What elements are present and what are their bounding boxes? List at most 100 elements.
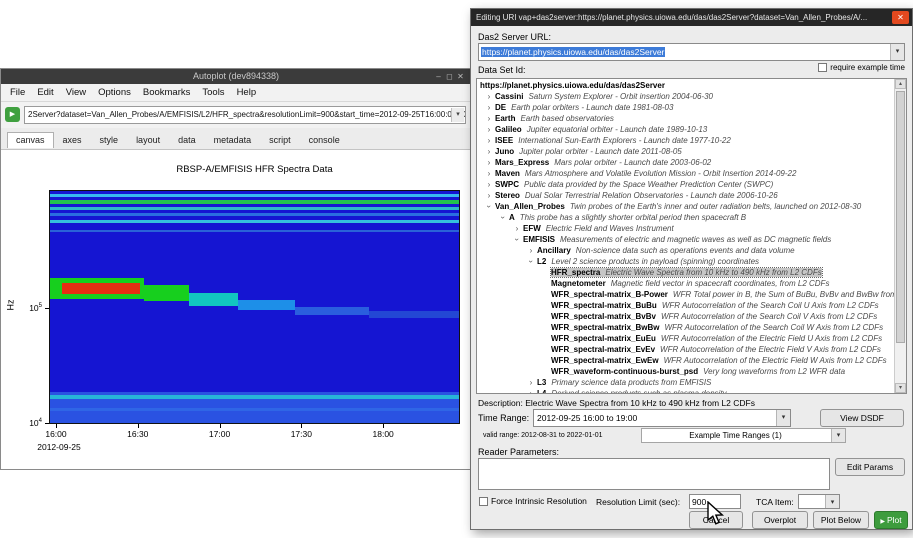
server-url-combo[interactable]: https://planet.physics.uiowa.edu/das/das… — [478, 43, 905, 61]
scroll-up-icon[interactable]: ▴ — [895, 79, 906, 89]
tab-style[interactable]: style — [91, 132, 128, 148]
tree-node-Juno[interactable]: ›JunoJupiter polar orbiter - Launch date… — [477, 146, 894, 157]
chevron-down-icon[interactable]: ▾ — [890, 44, 904, 60]
reader-params-input[interactable] — [478, 458, 830, 490]
tree-node-WFR_waveform-continuous-burst_psd[interactable]: WFR_waveform-continuous-burst_psdVery lo… — [477, 366, 894, 377]
tca-item-combo[interactable]: ▾ — [798, 494, 840, 509]
tab-axes[interactable]: axes — [54, 132, 91, 148]
chevron-down-icon[interactable]: ▾ — [776, 410, 790, 426]
expand-icon[interactable]: › — [525, 377, 537, 388]
plot-canvas[interactable]: RBSP-A/EMFISIS HFR Spectra Data Hz 10510… — [1, 150, 471, 469]
expand-icon[interactable]: › — [483, 190, 495, 201]
tree-node-label: WFR_spectral-matrix_B-PowerWFR Total pow… — [551, 290, 894, 299]
expand-icon[interactable]: › — [483, 91, 495, 102]
tree-node-WFR_spectral-matrix_BuBu[interactable]: WFR_spectral-matrix_BuBuWFR Autocorrelat… — [477, 300, 894, 311]
overplot-button[interactable]: Overplot — [752, 511, 808, 529]
tree-node-L4[interactable]: ›L4Derived science products such as plas… — [477, 388, 894, 393]
collapse-icon[interactable]: › — [526, 256, 537, 267]
tree-node-Maven[interactable]: ›MavenMars Atmosphere and Volatile Evolu… — [477, 168, 894, 179]
tree-node-Ancillary[interactable]: ›AncillaryNon-science data such as opera… — [477, 245, 894, 256]
edit-params-button[interactable]: Edit Params — [835, 458, 905, 476]
force-intrinsic-checkbox[interactable]: Force Intrinsic Resolution — [479, 496, 587, 506]
chevron-down-icon[interactable]: ▾ — [831, 429, 845, 442]
expand-icon[interactable]: › — [483, 168, 495, 179]
tree-node-DE[interactable]: ›DEEarth polar orbiters - Launch date 19… — [477, 102, 894, 113]
menu-tools[interactable]: Tools — [196, 84, 230, 101]
example-ranges-combo[interactable]: Example Time Ranges (1) ▾ — [641, 428, 846, 443]
checkbox-icon[interactable] — [479, 497, 488, 506]
tree-node-WFR_spectral-matrix_EwEw[interactable]: WFR_spectral-matrix_EwEwWFR Autocorrelat… — [477, 355, 894, 366]
expand-icon[interactable]: › — [511, 223, 523, 234]
tree-node-Van_Allen_Probes[interactable]: ›Van_Allen_ProbesTwin probes of the Eart… — [477, 201, 894, 212]
uri-input[interactable]: 2Server?dataset=Van_Allen_Probes/A/EMFIS… — [24, 106, 466, 124]
uri-go-icon[interactable]: ▶ — [5, 107, 20, 122]
tree-node-Earth[interactable]: ›EarthEarth based observatories — [477, 113, 894, 124]
tree-node-WFR_spectral-matrix_EuEu[interactable]: WFR_spectral-matrix_EuEuWFR Autocorrelat… — [477, 333, 894, 344]
tab-script[interactable]: script — [260, 132, 300, 148]
tree-node-WFR_spectral-matrix_BvBv[interactable]: WFR_spectral-matrix_BvBvWFR Autocorrelat… — [477, 311, 894, 322]
autoplot-titlebar[interactable]: Autoplot (dev894338) –◻✕ — [1, 69, 471, 84]
tab-layout[interactable]: layout — [127, 132, 169, 148]
tree-node-Mars_Express[interactable]: ›Mars_ExpressMars polar orbiter - Launch… — [477, 157, 894, 168]
tree-node-SWPC[interactable]: ›SWPCPublic data provided by the Space W… — [477, 179, 894, 190]
tree-node-EMFISIS[interactable]: ›EMFISISMeasurements of electric and mag… — [477, 234, 894, 245]
expand-icon[interactable]: › — [483, 157, 495, 168]
expand-icon[interactable]: › — [483, 135, 495, 146]
menu-view[interactable]: View — [60, 84, 92, 101]
tree-node-HFR_spectra[interactable]: HFR_spectraElectric Wave Spectra from 10… — [477, 267, 894, 278]
menu-edit[interactable]: Edit — [31, 84, 59, 101]
minimize-icon[interactable]: – — [433, 69, 444, 84]
checkbox-icon[interactable] — [818, 63, 827, 72]
menu-help[interactable]: Help — [231, 84, 263, 101]
tree-node-Stereo[interactable]: ›StereoDual Solar Terrestrial Relation O… — [477, 190, 894, 201]
expand-icon[interactable]: › — [483, 124, 495, 135]
tab-canvas[interactable]: canvas — [7, 132, 54, 148]
spectrogram[interactable] — [49, 190, 460, 424]
plot-button[interactable]: ▶Plot — [874, 511, 908, 529]
tree-node-WFR_spectral-matrix_BwBw[interactable]: WFR_spectral-matrix_BwBwWFR Autocorrelat… — [477, 322, 894, 333]
require-example-time-checkbox[interactable]: require example time — [818, 63, 905, 72]
tree-node-WFR_spectral-matrix_EvEv[interactable]: WFR_spectral-matrix_EvEvWFR Autocorrelat… — [477, 344, 894, 355]
expand-icon[interactable]: › — [483, 179, 495, 190]
collapse-icon[interactable]: › — [512, 234, 523, 245]
tree-node-desc: Public data provided by the Space Weathe… — [524, 180, 773, 189]
tree-node-Galileo[interactable]: ›GalileoJupiter equatorial orbiter - Lau… — [477, 124, 894, 135]
tree-node-EFW[interactable]: ›EFWElectric Field and Waves Instrument — [477, 223, 894, 234]
tree-scrollbar[interactable]: ▴ ▾ — [894, 79, 906, 393]
collapse-icon[interactable]: › — [498, 212, 509, 223]
tree-node-name: Galileo — [495, 125, 522, 134]
expand-icon[interactable]: › — [483, 113, 495, 124]
time-range-combo[interactable]: 2012-09-25 16:00 to 19:00 ▾ — [533, 409, 791, 427]
tree-node-Magnetometer[interactable]: MagnetometerMagnetic field vector in spa… — [477, 278, 894, 289]
maximize-icon[interactable]: ◻ — [444, 69, 455, 84]
chevron-down-icon[interactable]: ▾ — [825, 495, 839, 508]
tree-node-A[interactable]: ›AThis probe has a slightly shorter orbi… — [477, 212, 894, 223]
close-icon[interactable]: ✕ — [455, 69, 466, 84]
tab-console[interactable]: console — [300, 132, 349, 148]
expand-icon[interactable]: › — [525, 388, 537, 393]
menu-bookmarks[interactable]: Bookmarks — [137, 84, 197, 101]
scroll-down-icon[interactable]: ▾ — [895, 383, 906, 393]
scrollbar-thumb[interactable] — [896, 91, 905, 343]
expand-icon[interactable]: › — [483, 102, 495, 113]
dataset-tree[interactable]: https://planet.physics.uiowa.edu/das/das… — [476, 78, 907, 394]
x-tick-mark — [383, 424, 384, 428]
tab-data[interactable]: data — [169, 132, 205, 148]
view-dsdf-button[interactable]: View DSDF — [820, 409, 904, 427]
menu-file[interactable]: File — [4, 84, 31, 101]
tree-node-L3[interactable]: ›L3Primary science data products from EM… — [477, 377, 894, 388]
collapse-icon[interactable]: › — [484, 201, 495, 212]
close-icon[interactable]: ✕ — [892, 11, 909, 24]
expand-icon[interactable]: › — [525, 245, 537, 256]
plot-below-button[interactable]: Plot Below — [813, 511, 869, 529]
uri-dropdown-icon[interactable]: ▾ — [451, 108, 464, 122]
tree-node-ISEE[interactable]: ›ISEEInternational Sun-Earth Explorers -… — [477, 135, 894, 146]
tree-node-desc: Jupiter polar orbiter - Launch date 2011… — [519, 147, 682, 156]
menu-options[interactable]: Options — [92, 84, 137, 101]
tree-node-Cassini[interactable]: ›CassiniSaturn System Explorer - Orbit i… — [477, 91, 894, 102]
tree-node-L2[interactable]: ›L2Level 2 science products in payload (… — [477, 256, 894, 267]
tree-node-WFR_spectral-matrix_B-Power[interactable]: WFR_spectral-matrix_B-PowerWFR Total pow… — [477, 289, 894, 300]
dialog-titlebar[interactable]: Editing URI vap+das2server:https://plane… — [471, 9, 912, 26]
expand-icon[interactable]: › — [483, 146, 495, 157]
tab-metadata[interactable]: metadata — [205, 132, 261, 148]
